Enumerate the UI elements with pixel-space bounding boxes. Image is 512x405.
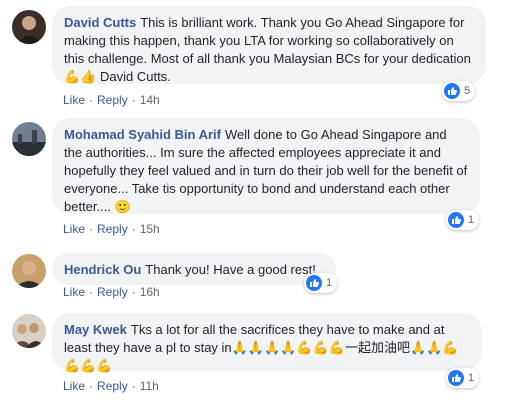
reply-link[interactable]: Reply — [97, 285, 128, 299]
comment-timestamp[interactable]: 14h — [140, 93, 160, 107]
avatar-photo-icon — [12, 314, 46, 348]
reaction-count: 1 — [468, 214, 475, 226]
reply-link[interactable]: Reply — [97, 93, 128, 107]
comment-actions: Like · Reply · 14h — [63, 92, 160, 108]
like-reaction-icon — [306, 275, 322, 291]
reaction-summary[interactable]: 1 — [304, 273, 338, 293]
reaction-summary[interactable]: 1 — [446, 210, 480, 230]
like-link[interactable]: Like — [63, 222, 85, 236]
separator-dot: · — [131, 285, 136, 299]
comment-bubble: May Kwek Tks a lot for all the sacrifices… — [52, 313, 482, 373]
comment-author[interactable]: Mohamad Syahid Bin Arif — [64, 127, 221, 142]
reaction-count: 1 — [326, 277, 333, 289]
comment-author[interactable]: May Kwek — [64, 322, 127, 337]
comment-actions: Like · Reply · 15h — [63, 221, 160, 237]
reaction-count: 5 — [464, 85, 471, 97]
comment-actions: Like · Reply · 11h — [63, 378, 159, 394]
separator-dot: · — [89, 379, 94, 393]
avatar[interactable] — [12, 254, 46, 288]
comment-author[interactable]: David Cutts — [64, 15, 136, 30]
reply-link[interactable]: Reply — [97, 222, 128, 236]
like-reaction-icon — [448, 212, 464, 228]
reaction-count: 1 — [468, 372, 475, 384]
avatar-photo-icon — [12, 10, 46, 44]
comment-bubble: Mohamad Syahid Bin Arif Well done to Go A… — [52, 118, 480, 214]
like-link[interactable]: Like — [63, 93, 85, 107]
comment-timestamp[interactable]: 11h — [140, 379, 159, 393]
separator-dot: · — [89, 222, 94, 236]
avatar[interactable] — [12, 10, 46, 44]
like-link[interactable]: Like — [63, 285, 85, 299]
comment-bubble: Hendrick Ou Thank you! Have a good rest! — [52, 253, 336, 285]
separator-dot: · — [89, 93, 94, 107]
like-link[interactable]: Like — [63, 379, 85, 393]
comment-timestamp[interactable]: 15h — [140, 222, 160, 236]
reaction-summary[interactable]: 5 — [442, 81, 476, 101]
avatar[interactable] — [12, 122, 46, 156]
reply-link[interactable]: Reply — [97, 379, 128, 393]
like-reaction-icon — [448, 370, 464, 386]
like-reaction-icon — [444, 83, 460, 99]
reaction-summary[interactable]: 1 — [446, 368, 480, 388]
comment-timestamp[interactable]: 16h — [140, 285, 160, 299]
avatar-photo-icon — [12, 254, 46, 288]
separator-dot: · — [131, 93, 136, 107]
separator-dot: · — [131, 222, 136, 236]
comment-author[interactable]: Hendrick Ou — [64, 262, 141, 277]
separator-dot: · — [89, 285, 94, 299]
separator-dot: · — [131, 379, 136, 393]
comment-actions: Like · Reply · 16h — [63, 284, 160, 300]
avatar[interactable] — [12, 314, 46, 348]
comment-text: Thank you! Have a good rest! — [145, 262, 316, 277]
avatar-photo-icon — [12, 122, 46, 156]
comment-bubble: David Cutts This is brilliant work. Thank… — [52, 6, 486, 84]
